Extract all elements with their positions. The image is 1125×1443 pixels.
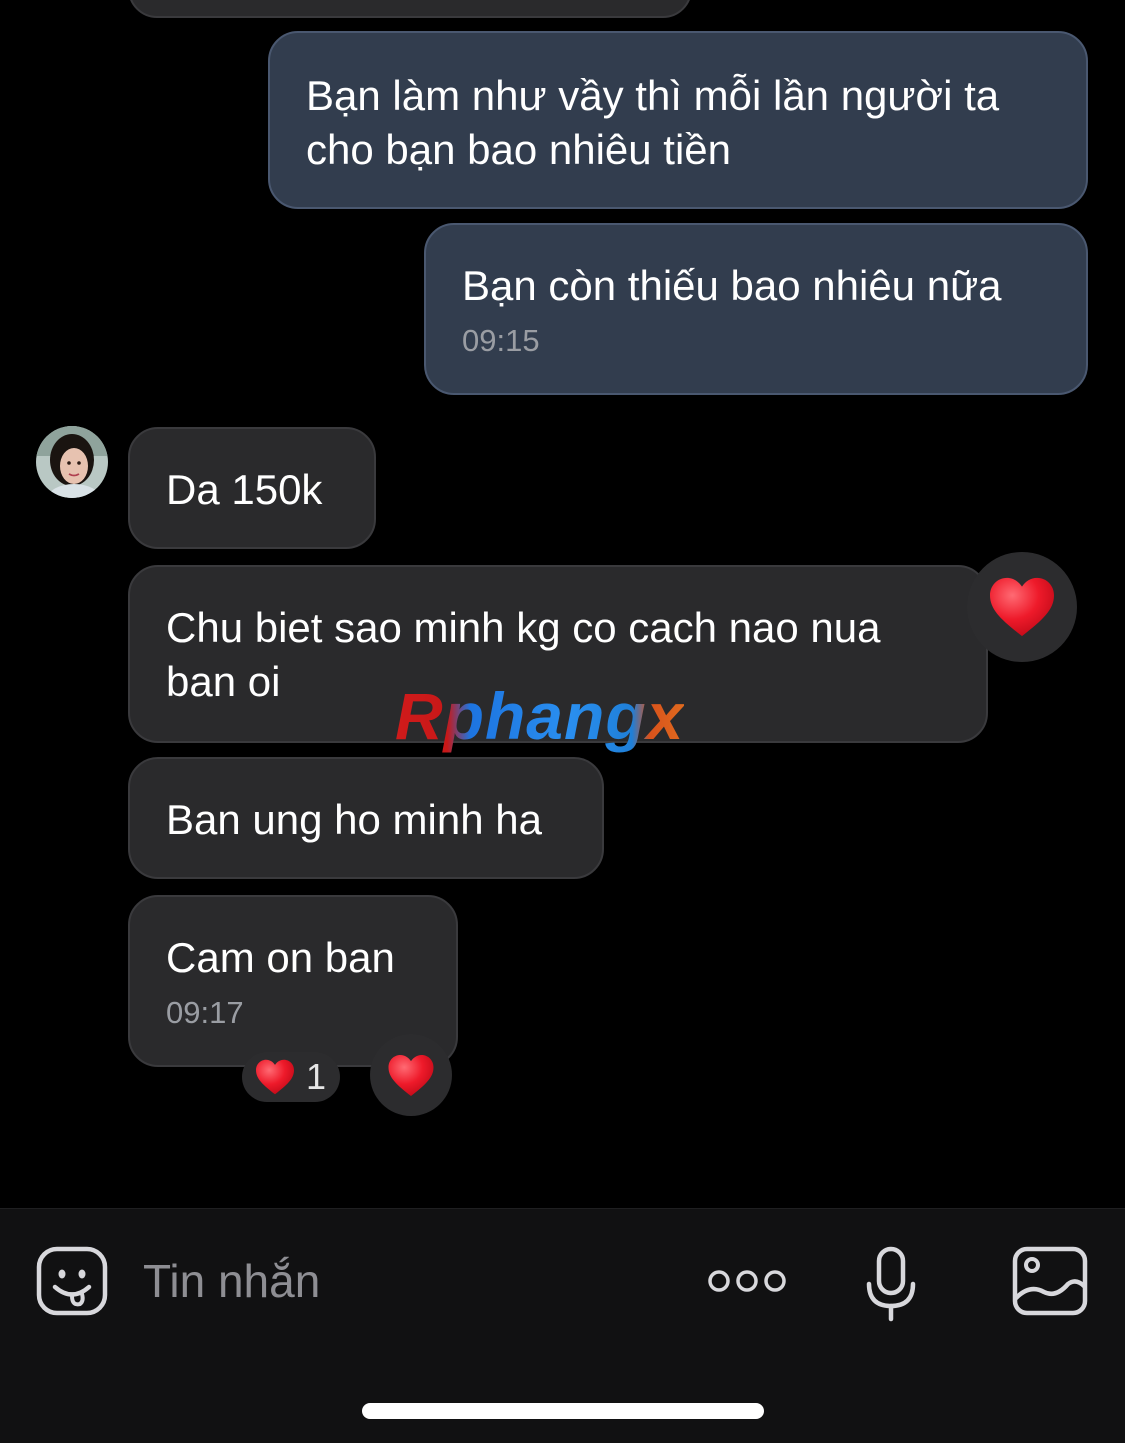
- react-button[interactable]: [967, 552, 1077, 662]
- react-button[interactable]: [370, 1034, 452, 1116]
- heart-reaction-icon: [990, 577, 1054, 637]
- heart-reaction-icon: [256, 1059, 294, 1095]
- message-text: Da 150k: [166, 466, 323, 513]
- message-time: 09:17: [166, 995, 244, 1030]
- home-indicator[interactable]: [362, 1403, 764, 1419]
- reaction-summary[interactable]: 1: [242, 1052, 340, 1102]
- message-bubble-incoming[interactable]: Da 150k: [128, 427, 376, 549]
- heart-reaction-icon: [388, 1054, 434, 1096]
- message-input[interactable]: Tin nhắn: [143, 1254, 320, 1308]
- sender-avatar[interactable]: [36, 426, 108, 498]
- message-text: Bạn làm như vầy thì mỗi lần người ta cho…: [306, 72, 1000, 173]
- message-bubble-outgoing[interactable]: Bạn làm như vầy thì mỗi lần người ta cho…: [268, 31, 1088, 209]
- message-text: Bạn còn thiếu bao nhiêu nữa: [462, 262, 1002, 309]
- watermark: Rphangx: [395, 679, 685, 753]
- message-bubble-outgoing[interactable]: Bạn còn thiếu bao nhiêu nữa 09:15: [424, 223, 1088, 395]
- chat-area: Bạn làm như vầy thì mỗi lần người ta cho…: [0, 0, 1125, 1208]
- message-text: Ban ung ho minh ha: [166, 796, 542, 843]
- microphone-icon[interactable]: [864, 1246, 918, 1322]
- message-time: 09:15: [462, 323, 540, 358]
- message-text: Cam on ban: [166, 934, 395, 981]
- message-bubble-partial[interactable]: [128, 0, 692, 18]
- message-bubble-incoming[interactable]: Ban ung ho minh ha: [128, 757, 604, 879]
- sticker-icon[interactable]: [36, 1246, 108, 1316]
- reaction-count: 1: [306, 1056, 327, 1097]
- gallery-icon[interactable]: [1012, 1246, 1088, 1316]
- more-options-icon[interactable]: [706, 1266, 788, 1296]
